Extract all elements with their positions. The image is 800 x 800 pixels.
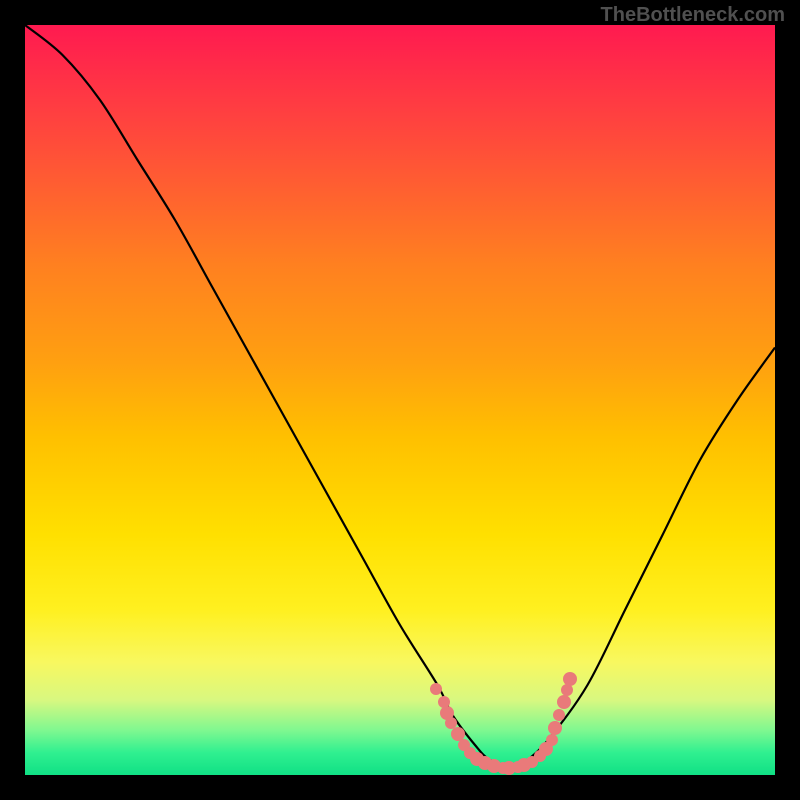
marker-right bbox=[553, 709, 565, 721]
plot-area: I bbox=[25, 25, 775, 775]
marker-right bbox=[561, 684, 573, 696]
marker-right bbox=[563, 672, 577, 686]
bottleneck-curve bbox=[25, 25, 775, 768]
marker-left bbox=[430, 683, 442, 695]
illustrative-char: I bbox=[555, 722, 559, 738]
chart-frame: TheBottleneck.com I bbox=[0, 0, 800, 800]
curve-svg bbox=[25, 25, 775, 775]
marker-right bbox=[557, 695, 571, 709]
watermark-text: TheBottleneck.com bbox=[601, 4, 785, 27]
